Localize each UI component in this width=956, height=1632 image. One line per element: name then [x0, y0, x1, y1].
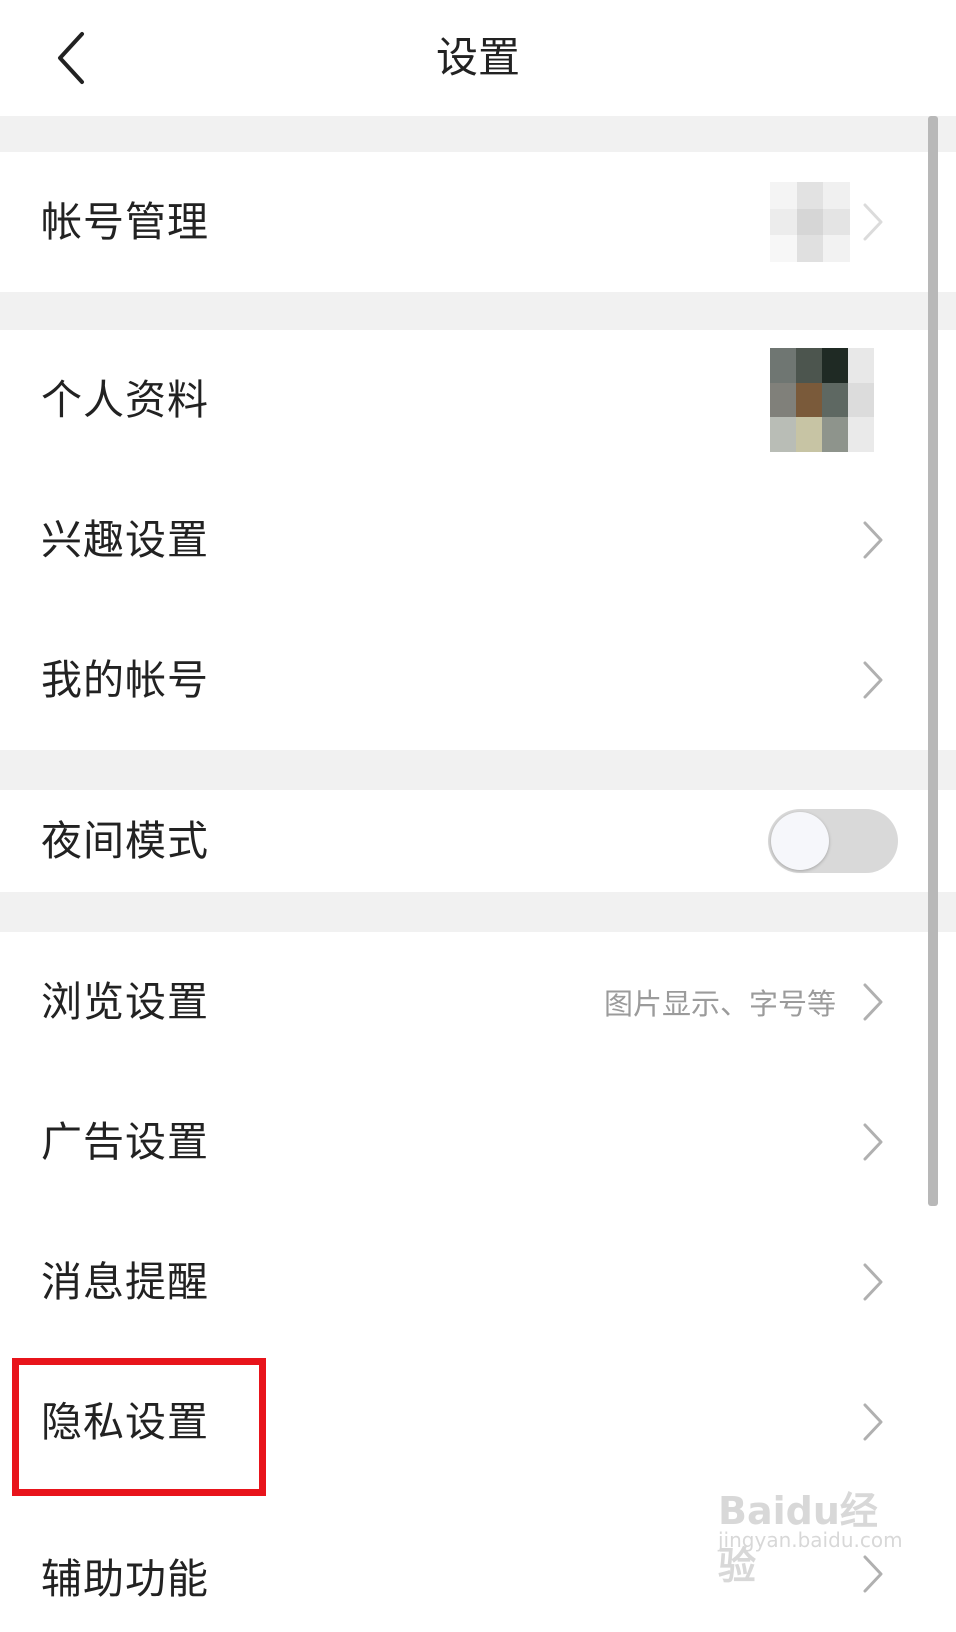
toggle-knob: [771, 812, 829, 870]
row-label: 我的帐号: [41, 656, 209, 704]
row-label: 辅助功能: [41, 1555, 209, 1603]
profile-avatar: [770, 348, 874, 452]
row-label: 浏览设置: [41, 978, 209, 1026]
row-account-management[interactable]: 帐号管理: [0, 152, 956, 292]
row-label: 隐私设置: [41, 1398, 209, 1446]
row-accessibility[interactable]: 辅助功能: [0, 1492, 956, 1632]
chevron-right-icon: [863, 983, 883, 1021]
account-avatar: [770, 182, 850, 262]
page-title: 设置: [435, 33, 520, 82]
row-interest-settings[interactable]: 兴趣设置: [0, 470, 956, 610]
row-label: 广告设置: [41, 1118, 209, 1166]
section-divider: [0, 892, 956, 932]
row-privacy-settings[interactable]: 隐私设置: [0, 1352, 956, 1492]
row-browse-settings[interactable]: 浏览设置 图片显示、字号等: [0, 932, 956, 1072]
row-label: 兴趣设置: [41, 516, 209, 564]
row-night-mode: 夜间模式: [0, 790, 956, 892]
section-divider: [0, 292, 956, 330]
row-ad-settings[interactable]: 广告设置: [0, 1072, 956, 1212]
night-mode-toggle[interactable]: [768, 809, 898, 873]
section-divider: [0, 116, 956, 152]
chevron-right-icon: [863, 521, 883, 559]
row-label: 夜间模式: [41, 817, 209, 865]
row-label: 个人资料: [41, 376, 209, 424]
row-label: 帐号管理: [41, 198, 209, 246]
chevron-right-icon: [863, 1403, 883, 1441]
row-profile[interactable]: 个人资料: [0, 330, 956, 470]
row-my-account[interactable]: 我的帐号: [0, 610, 956, 750]
row-notifications[interactable]: 消息提醒: [0, 1212, 956, 1352]
nav-header: 设置: [0, 0, 956, 116]
chevron-right-icon: [863, 661, 883, 699]
row-label: 消息提醒: [41, 1258, 209, 1306]
chevron-right-icon: [863, 1555, 883, 1593]
chevron-right-icon: [863, 1263, 883, 1301]
row-hint: 图片显示、字号等: [603, 987, 836, 1021]
chevron-right-icon: [863, 203, 883, 241]
chevron-right-icon: [863, 1123, 883, 1161]
section-divider: [0, 750, 956, 790]
scrollbar[interactable]: [928, 116, 938, 1206]
